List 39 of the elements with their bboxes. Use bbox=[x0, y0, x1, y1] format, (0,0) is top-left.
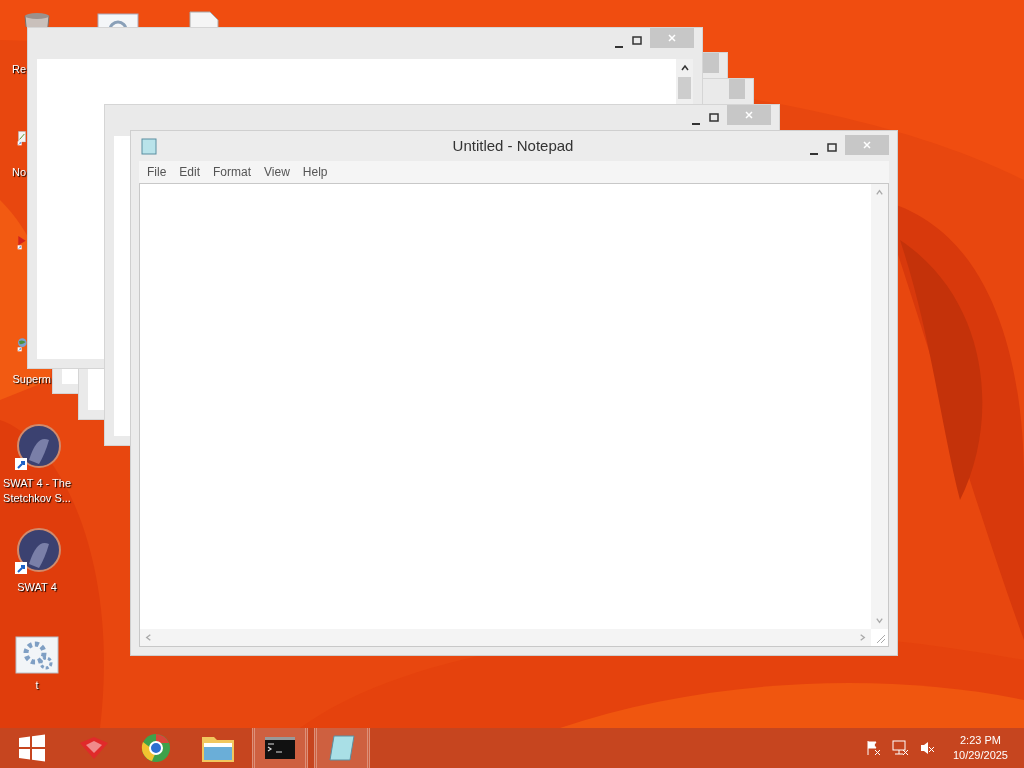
globe-icon bbox=[140, 732, 172, 764]
clock-date[interactable]: 10/29/2025 bbox=[952, 748, 1008, 763]
close-icon[interactable] bbox=[862, 140, 872, 150]
icon-label[interactable]: SWAT 4 bbox=[17, 580, 57, 595]
horizontal-scrollbar[interactable] bbox=[140, 629, 871, 646]
figure-icon[interactable] bbox=[13, 424, 61, 472]
icon-label[interactable]: Superm bbox=[12, 372, 51, 387]
icon-label[interactable]: t bbox=[35, 678, 39, 693]
figure-icon[interactable] bbox=[13, 528, 61, 576]
maximize-icon[interactable] bbox=[827, 143, 837, 153]
scrollbar-thumb[interactable] bbox=[678, 77, 691, 99]
notepad-icon bbox=[328, 734, 356, 762]
running-app-button[interactable] bbox=[252, 728, 308, 768]
menu-item[interactable]: Edit bbox=[179, 163, 201, 181]
scroll-right-icon[interactable] bbox=[858, 633, 867, 642]
speaker-icon[interactable] bbox=[918, 740, 935, 756]
flag-icon[interactable] bbox=[864, 740, 881, 756]
clock-time[interactable]: 2:23 PM bbox=[960, 733, 1001, 748]
windows-logo-icon bbox=[18, 734, 46, 762]
menu-item[interactable]: Format bbox=[213, 163, 252, 181]
window-title: Untitled - Notepad bbox=[452, 135, 574, 156]
maximize-icon[interactable] bbox=[632, 36, 642, 46]
icon-label[interactable]: SWAT 4 - The Stetchkov S... bbox=[0, 476, 77, 506]
scroll-up-icon[interactable] bbox=[679, 63, 690, 73]
scroll-down-icon[interactable] bbox=[875, 616, 884, 625]
maximize-icon[interactable] bbox=[709, 113, 719, 123]
scroll-left-icon[interactable] bbox=[144, 633, 153, 642]
menu-item[interactable]: View bbox=[264, 163, 290, 181]
notepad-icon bbox=[141, 137, 157, 155]
menu-item[interactable]: Help bbox=[302, 163, 328, 181]
close-icon[interactable] bbox=[667, 33, 677, 43]
network-icon[interactable] bbox=[890, 740, 909, 756]
icon-label[interactable]: Re bbox=[11, 62, 26, 77]
terminal-icon bbox=[265, 737, 295, 759]
icon-label[interactable]: No bbox=[11, 165, 26, 180]
menu-item[interactable]: File bbox=[147, 163, 167, 181]
gear-icon[interactable] bbox=[15, 636, 59, 674]
close-icon[interactable] bbox=[744, 110, 754, 120]
vertical-scrollbar[interactable] bbox=[871, 184, 888, 629]
